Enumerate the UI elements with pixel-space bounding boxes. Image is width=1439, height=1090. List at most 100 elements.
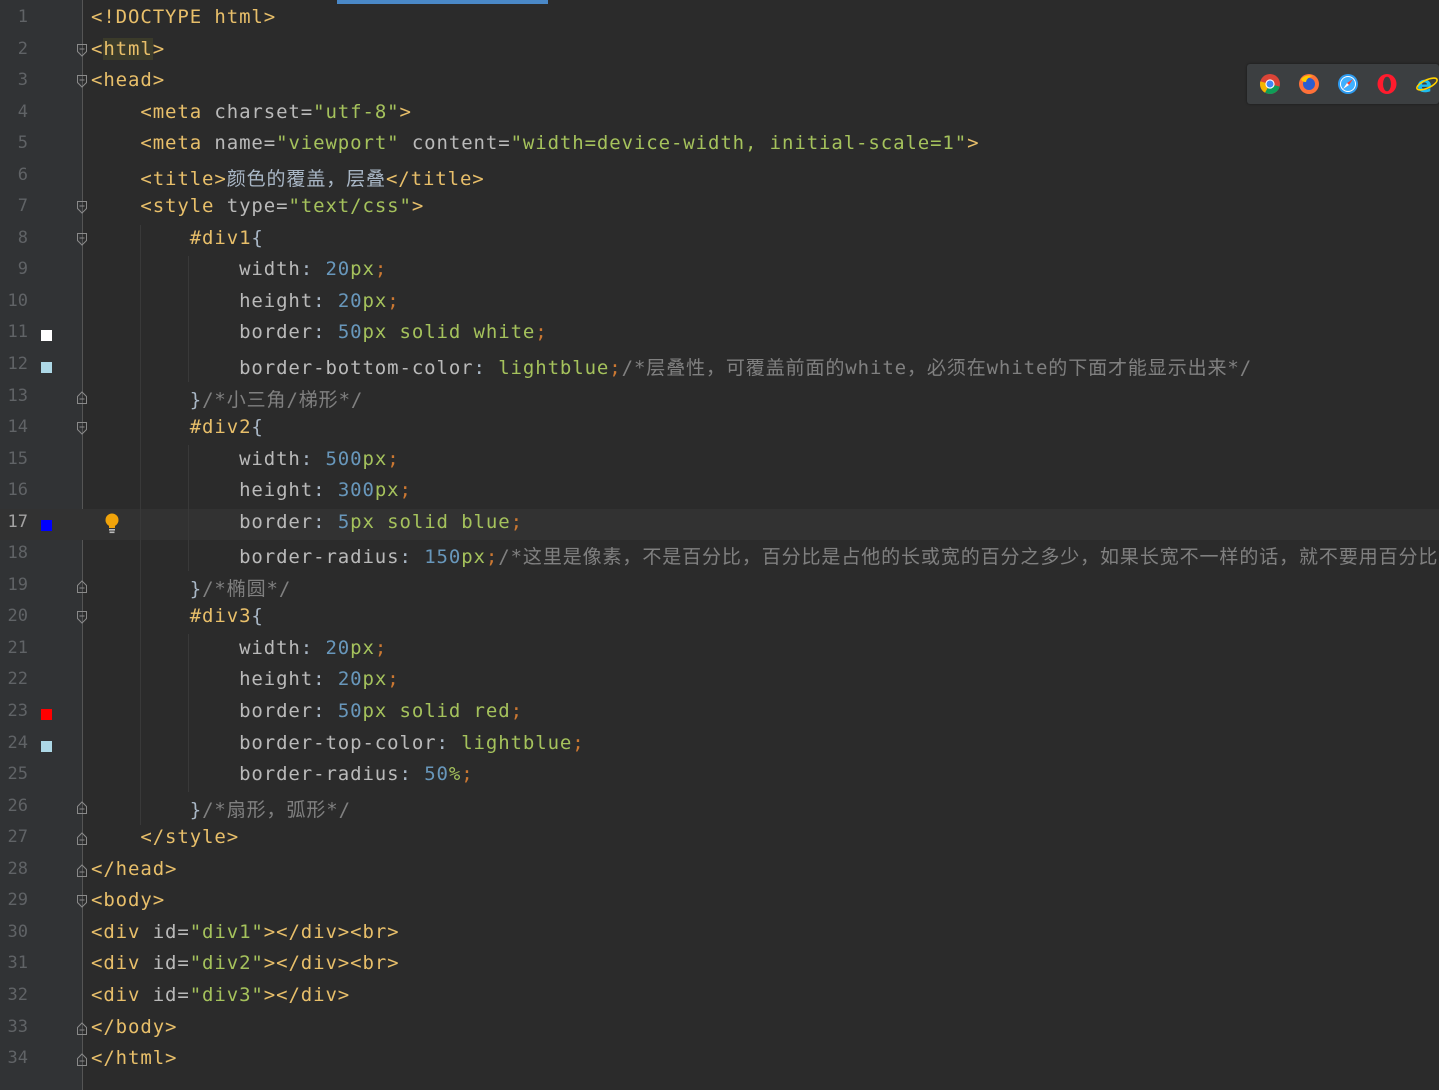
code-line[interactable]: 27 </style> — [0, 824, 1439, 856]
firefox-icon[interactable] — [1298, 73, 1320, 95]
code-text: <meta name="viewport" content="width=dev… — [140, 132, 980, 155]
code-text: }/*椭圆*/ — [189, 577, 292, 600]
code-line[interactable]: 18 border-radius: 150px;/*这里是像素，不是百分比，百分… — [0, 540, 1439, 572]
line-number: 14 — [7, 417, 28, 438]
code-line[interactable]: 23 border: 50px solid red; — [0, 698, 1439, 730]
code-line[interactable]: 14 #div2{ — [0, 414, 1439, 446]
indent-guide — [188, 634, 189, 792]
fold-open-icon[interactable] — [77, 232, 87, 246]
line-number: 21 — [7, 637, 28, 658]
fold-close-icon[interactable] — [77, 390, 87, 404]
code-text: }/*小三角/梯形*/ — [189, 388, 364, 411]
code-line[interactable]: 15 width: 500px; — [0, 446, 1439, 478]
line-number: 32 — [7, 984, 28, 1005]
chrome-icon[interactable] — [1259, 73, 1281, 95]
color-swatch-lightblue[interactable] — [41, 362, 52, 374]
code-text: <meta charset="utf-8"> — [140, 100, 412, 123]
code-text: <body> — [91, 889, 166, 912]
fold-open-icon[interactable] — [77, 75, 87, 88]
line-number: 1 — [17, 7, 28, 27]
code-line[interactable]: 29 <body> — [0, 887, 1439, 919]
code-line[interactable]: 5 <meta name="viewport" content="width=d… — [0, 130, 1439, 162]
line-number: 15 — [7, 448, 28, 469]
code-line[interactable]: 1 <!DOCTYPE html> — [0, 4, 1439, 36]
code-line[interactable]: 7 <style type="text/css"> — [0, 193, 1439, 225]
fold-open-icon[interactable] — [77, 422, 87, 435]
code-line[interactable]: 30 <div id="div1"></div><br> — [0, 919, 1439, 951]
code-text: border-top-color: lightblue; — [239, 731, 585, 754]
fold-close-icon[interactable] — [77, 832, 87, 846]
code-line[interactable]: 19 }/*椭圆*/ — [0, 572, 1439, 604]
code-line[interactable]: 32 <div id="div3"></div> — [0, 982, 1439, 1014]
code-line[interactable]: 21 width: 20px; — [0, 635, 1439, 667]
code-text: <div id="div2"></div><br> — [91, 952, 400, 975]
code-line-current[interactable]: 17 border: 5px solid blue; — [0, 508, 1439, 541]
fold-open-icon[interactable] — [77, 201, 87, 214]
code-line[interactable]: 31 <div id="div2"></div><br> — [0, 950, 1439, 982]
opera-icon[interactable] — [1376, 73, 1398, 95]
code-line[interactable]: 2 <html> — [0, 36, 1439, 68]
line-number: 26 — [7, 795, 28, 816]
fold-open-icon[interactable] — [77, 611, 87, 625]
code-line[interactable]: 6 <title>颜色的覆盖，层叠</title> — [0, 162, 1439, 194]
code-text: border-radius: 50%; — [239, 763, 474, 786]
code-text: border-bottom-color: lightblue;/*层叠性，可覆盖… — [239, 357, 1253, 380]
code-line[interactable]: 3 <head> — [0, 67, 1439, 99]
code-text: <div id="div1"></div><br> — [91, 920, 400, 943]
code-line[interactable]: 16 height: 300px; — [0, 477, 1439, 509]
code-line[interactable]: 26 }/*扇形，弧形*/ — [0, 793, 1439, 825]
code-text: <title>颜色的覆盖，层叠</title> — [140, 167, 485, 190]
code-line[interactable]: 34 </html> — [0, 1045, 1439, 1077]
line-number: 5 — [17, 133, 28, 154]
code-line[interactable]: 22 height: 20px; — [0, 666, 1439, 698]
code-line[interactable]: 4 <meta charset="utf-8"> — [0, 99, 1439, 131]
fold-close-icon[interactable] — [77, 800, 87, 814]
code-line[interactable]: 10 height: 20px; — [0, 288, 1439, 320]
line-number: 12 — [7, 354, 28, 375]
code-area[interactable]: 1 <!DOCTYPE html> 2 <html> 3 <head> 4 <m… — [0, 4, 1439, 1077]
line-number: 6 — [17, 164, 28, 185]
fold-close-icon[interactable] — [77, 1021, 87, 1035]
line-number: 2 — [17, 38, 28, 59]
fold-close-icon[interactable] — [77, 1053, 87, 1067]
code-line[interactable]: 33 </body> — [0, 1014, 1439, 1046]
code-line[interactable]: 20 #div3{ — [0, 603, 1439, 635]
line-number: 20 — [7, 606, 28, 627]
code-line[interactable]: 8 #div1{ — [0, 225, 1439, 257]
code-editor[interactable]: 1 <!DOCTYPE html> 2 <html> 3 <head> 4 <m… — [0, 0, 1439, 1090]
line-number: 22 — [7, 669, 28, 690]
code-text: #div2{ — [189, 416, 264, 439]
line-number: 27 — [7, 827, 28, 848]
line-number: 31 — [7, 953, 28, 974]
line-number: 10 — [7, 290, 28, 311]
fold-close-icon[interactable] — [77, 580, 87, 593]
code-line[interactable]: 11 border: 50px solid white; — [0, 319, 1439, 351]
code-text: <style type="text/css"> — [140, 195, 425, 218]
safari-icon[interactable] — [1337, 73, 1359, 95]
ie-icon[interactable]: e — [1415, 73, 1438, 98]
fold-close-icon[interactable] — [77, 864, 87, 877]
code-line[interactable]: 12 border-bottom-color: lightblue;/*层叠性，… — [0, 351, 1439, 383]
color-swatch-white[interactable] — [41, 330, 52, 342]
line-number: 24 — [7, 732, 28, 753]
indent-guide — [188, 445, 189, 571]
code-line[interactable]: 28 </head> — [0, 856, 1439, 888]
code-text: width: 20px; — [239, 258, 388, 281]
code-line[interactable]: 13 }/*小三角/梯形*/ — [0, 383, 1439, 415]
code-line[interactable]: 9 width: 20px; — [0, 256, 1439, 288]
fold-open-icon[interactable] — [77, 895, 87, 909]
color-swatch-blue[interactable] — [41, 519, 52, 531]
code-text: border: 50px solid white; — [239, 321, 548, 344]
line-number: 18 — [7, 543, 28, 564]
code-line[interactable]: 25 border-radius: 50%; — [0, 761, 1439, 793]
fold-open-icon[interactable] — [77, 43, 87, 57]
line-number: 11 — [7, 322, 28, 343]
line-number: 3 — [17, 70, 28, 91]
color-swatch-lightblue[interactable] — [41, 740, 52, 752]
code-text: </style> — [140, 826, 240, 849]
code-text: width: 20px; — [239, 636, 388, 659]
code-line[interactable]: 24 border-top-color: lightblue; — [0, 730, 1439, 762]
color-swatch-red[interactable] — [41, 709, 52, 721]
line-number: 34 — [7, 1048, 28, 1069]
line-number: 29 — [7, 890, 28, 911]
